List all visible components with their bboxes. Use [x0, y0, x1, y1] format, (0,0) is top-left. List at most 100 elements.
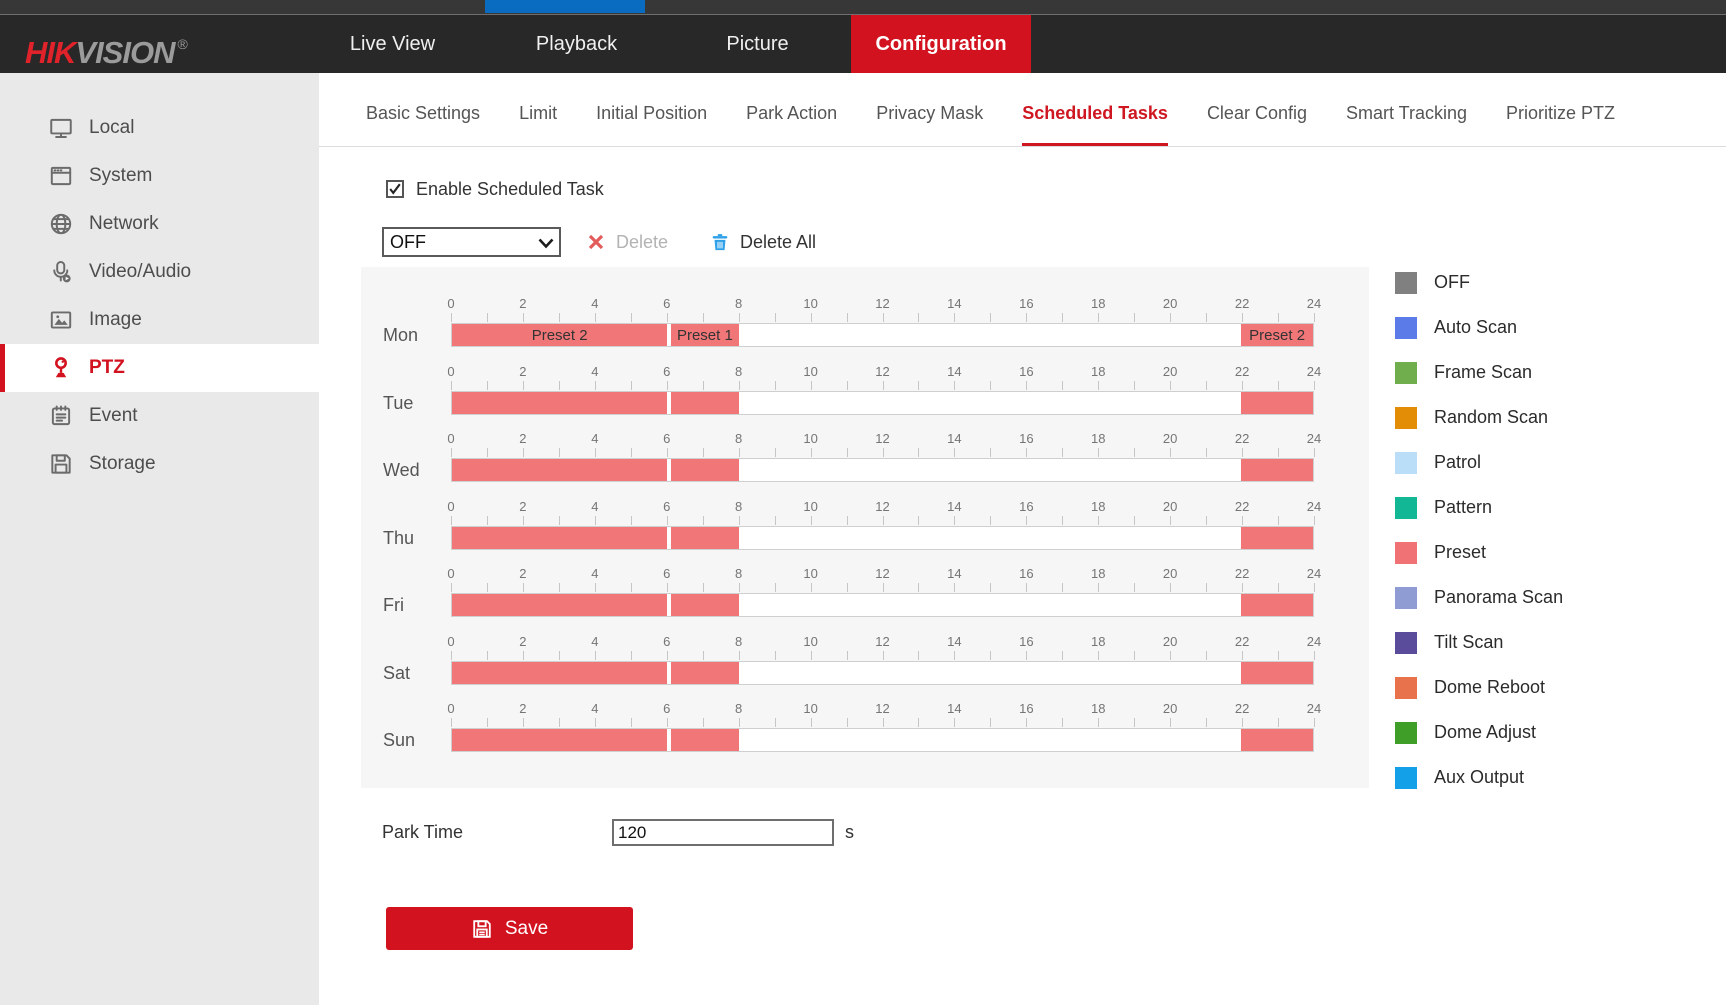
task-segment[interactable]: Preset 1: [671, 324, 739, 346]
delete-button[interactable]: Delete: [586, 227, 668, 257]
hour-label: 14: [947, 432, 961, 446]
hour-label: 2: [519, 432, 526, 446]
nav-item-live-view[interactable]: Live View: [320, 15, 465, 73]
tab-smart-tracking[interactable]: Smart Tracking: [1346, 103, 1467, 146]
hour-label: 2: [519, 567, 526, 581]
hour-label: 10: [803, 432, 817, 446]
hour-label: 22: [1235, 500, 1249, 514]
hour-label: 8: [735, 297, 742, 311]
task-segment[interactable]: [452, 729, 667, 751]
task-segment[interactable]: [671, 392, 739, 414]
hour-label: 24: [1307, 500, 1321, 514]
schedule-track-thu[interactable]: [451, 526, 1314, 550]
hour-label: 18: [1091, 297, 1105, 311]
sidebar-item-label: System: [89, 165, 152, 187]
task-type-select[interactable]: OFF: [382, 227, 561, 257]
trash-icon: [710, 232, 730, 252]
delete-all-button[interactable]: Delete All: [710, 227, 816, 257]
task-segment[interactable]: [671, 594, 739, 616]
tab-prioritize-ptz[interactable]: Prioritize PTZ: [1506, 103, 1615, 146]
hour-label: 4: [591, 297, 598, 311]
sidebar-item-local[interactable]: Local: [0, 104, 319, 152]
schedule-track-tue[interactable]: [451, 391, 1314, 415]
sidebar-item-storage[interactable]: Storage: [0, 440, 319, 488]
sidebar-item-event[interactable]: Event: [0, 392, 319, 440]
legend-label: OFF: [1434, 272, 1470, 293]
schedule-track-sun[interactable]: [451, 728, 1314, 752]
schedule-row-fri: Fri024681012141618202224: [361, 567, 1369, 634]
park-time-unit: s: [845, 819, 854, 846]
task-segment[interactable]: [1241, 594, 1313, 616]
tab-clear-config[interactable]: Clear Config: [1207, 103, 1307, 146]
task-segment[interactable]: [1241, 729, 1313, 751]
task-segment[interactable]: [671, 729, 739, 751]
sidebar-item-ptz[interactable]: PTZ: [0, 344, 319, 392]
tab-park-action[interactable]: Park Action: [746, 103, 837, 146]
sidebar-item-label: Image: [89, 309, 142, 331]
schedule-track-fri[interactable]: [451, 593, 1314, 617]
hour-label: 12: [875, 365, 889, 379]
task-segment[interactable]: [1241, 392, 1313, 414]
legend-swatch: [1395, 722, 1417, 744]
task-segment[interactable]: Preset 2: [1241, 324, 1313, 346]
save-button[interactable]: Save: [386, 907, 633, 950]
hour-label: 20: [1163, 365, 1177, 379]
hour-label: 24: [1307, 635, 1321, 649]
task-segment[interactable]: Preset 2: [452, 324, 667, 346]
hour-label: 18: [1091, 500, 1105, 514]
schedule-row-sun: Sun024681012141618202224: [361, 702, 1369, 769]
day-label: Tue: [383, 391, 413, 415]
browser-accent-bar: [485, 0, 645, 13]
task-segment[interactable]: [452, 662, 667, 684]
nav-item-configuration[interactable]: Configuration: [851, 15, 1031, 73]
hour-label: 8: [735, 567, 742, 581]
sidebar-menu: Local System NetworkVideo/Audio Image PTZEve…: [0, 104, 319, 488]
sidebar-item-system[interactable]: System: [0, 152, 319, 200]
schedule-track-mon[interactable]: Preset 2Preset 1Preset 2: [451, 323, 1314, 347]
task-segment[interactable]: [671, 459, 739, 481]
hour-label: 20: [1163, 702, 1177, 716]
hour-label: 18: [1091, 567, 1105, 581]
sidebar-item-network[interactable]: Network: [0, 200, 319, 248]
task-controls-row: OFF Delete: [319, 227, 1726, 257]
task-segment[interactable]: [671, 527, 739, 549]
hour-label: 20: [1163, 432, 1177, 446]
tab-initial-position[interactable]: Initial Position: [596, 103, 707, 146]
sidebar-item-image[interactable]: Image: [0, 296, 319, 344]
nav-item-playback[interactable]: Playback: [504, 15, 649, 73]
enable-scheduled-task-checkbox[interactable]: [386, 180, 404, 198]
tab-privacy-mask[interactable]: Privacy Mask: [876, 103, 983, 146]
nav-item-picture[interactable]: Picture: [690, 15, 825, 73]
tab-basic-settings[interactable]: Basic Settings: [366, 103, 480, 146]
task-segment[interactable]: [1241, 459, 1313, 481]
legend-item-auto-scan: Auto Scan: [1395, 305, 1563, 350]
legend-swatch: [1395, 272, 1417, 294]
schedule-track-wed[interactable]: [451, 458, 1314, 482]
task-segment[interactable]: [452, 392, 667, 414]
task-segment[interactable]: [452, 594, 667, 616]
delete-all-button-label: Delete All: [740, 232, 816, 253]
legend-label: Auto Scan: [1434, 317, 1517, 338]
park-time-input[interactable]: [612, 819, 834, 846]
task-segment[interactable]: [452, 527, 667, 549]
hour-label: 24: [1307, 365, 1321, 379]
sidebar-item-video-audio[interactable]: Video/Audio: [0, 248, 319, 296]
day-label: Fri: [383, 593, 404, 617]
schedule-track-sat[interactable]: [451, 661, 1314, 685]
hour-label: 10: [803, 567, 817, 581]
legend-item-tilt-scan: Tilt Scan: [1395, 620, 1563, 665]
hour-label: 10: [803, 702, 817, 716]
task-segment[interactable]: [452, 459, 667, 481]
task-segment[interactable]: [1241, 527, 1313, 549]
task-segment[interactable]: [1241, 662, 1313, 684]
tab-scheduled-tasks[interactable]: Scheduled Tasks: [1022, 103, 1168, 146]
legend-swatch: [1395, 587, 1417, 609]
legend-label: Pattern: [1434, 497, 1492, 518]
hour-label: 16: [1019, 432, 1033, 446]
hour-label: 12: [875, 297, 889, 311]
tab-limit[interactable]: Limit: [519, 103, 557, 146]
legend-swatch: [1395, 362, 1417, 384]
hour-label: 22: [1235, 365, 1249, 379]
task-segment[interactable]: [671, 662, 739, 684]
task-type-select-wrap: OFF: [382, 227, 561, 257]
